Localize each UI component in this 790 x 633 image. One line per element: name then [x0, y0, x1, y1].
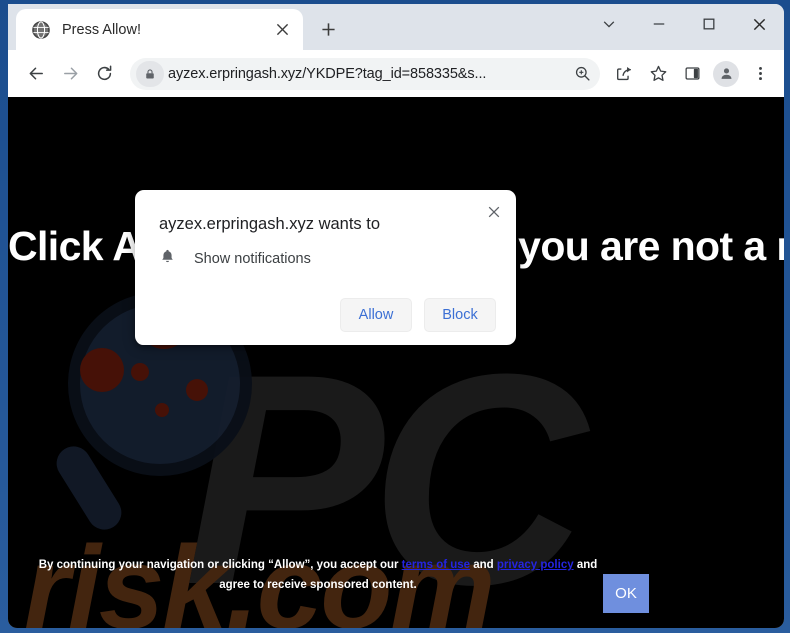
- browser-window-frame: Press Allow! ayzex.erpringash.xyz/YKDPE?…: [0, 0, 790, 633]
- notification-permission-dialog: ayzex.erpringash.xyz wants to Show notif…: [135, 190, 516, 345]
- dialog-close-icon[interactable]: [480, 198, 508, 226]
- lock-icon[interactable]: [136, 60, 164, 87]
- minimize-icon[interactable]: [634, 4, 684, 44]
- forward-icon[interactable]: [54, 58, 86, 90]
- tab-title: Press Allow!: [62, 21, 141, 38]
- reload-icon[interactable]: [88, 58, 120, 90]
- footer-consent-text: By continuing your navigation or clickin…: [38, 555, 598, 595]
- privacy-policy-link[interactable]: privacy policy: [497, 559, 574, 571]
- page-footer: By continuing your navigation or clickin…: [8, 542, 784, 628]
- star-icon[interactable]: [642, 58, 674, 90]
- close-icon[interactable]: [734, 4, 784, 44]
- browser-chrome: Press Allow! ayzex.erpringash.xyz/YKDPE?…: [8, 4, 784, 628]
- globe-icon: [32, 20, 50, 39]
- dialog-permission-row: Show notifications: [159, 248, 311, 270]
- address-bar[interactable]: ayzex.erpringash.xyz/YKDPE?tag_id=858335…: [130, 57, 600, 90]
- side-panel-icon[interactable]: [676, 58, 708, 90]
- tab-close-icon[interactable]: [271, 19, 293, 41]
- block-button[interactable]: Block: [424, 298, 496, 332]
- back-icon[interactable]: [20, 58, 52, 90]
- page-viewport: PC risk.com Click Allow to confirm that …: [8, 97, 784, 628]
- ok-button[interactable]: OK: [603, 574, 649, 613]
- tab-search-chevron-down-icon[interactable]: [584, 4, 634, 44]
- browser-toolbar: ayzex.erpringash.xyz/YKDPE?tag_id=858335…: [8, 50, 784, 97]
- url-text: ayzex.erpringash.xyz/YKDPE?tag_id=858335…: [168, 65, 487, 82]
- terms-of-use-link[interactable]: terms of use: [402, 559, 470, 571]
- share-icon[interactable]: [608, 58, 640, 90]
- footer-prefix: By continuing your navigation or clickin…: [38, 559, 402, 571]
- footer-mid: and: [470, 559, 497, 571]
- window-controls: [584, 4, 784, 44]
- tab-strip: Press Allow!: [8, 4, 784, 50]
- three-dot-menu-icon[interactable]: [744, 58, 776, 90]
- zoom-search-icon[interactable]: [568, 60, 596, 88]
- dialog-title: ayzex.erpringash.xyz wants to: [159, 215, 381, 233]
- browser-tab[interactable]: Press Allow!: [16, 9, 303, 50]
- new-tab-button[interactable]: [311, 12, 345, 46]
- profile-avatar-icon[interactable]: [710, 58, 742, 90]
- dialog-actions: Allow Block: [340, 298, 496, 332]
- bell-icon: [159, 248, 176, 270]
- allow-button[interactable]: Allow: [340, 298, 412, 332]
- dialog-permission-label: Show notifications: [194, 251, 311, 267]
- maximize-icon[interactable]: [684, 4, 734, 44]
